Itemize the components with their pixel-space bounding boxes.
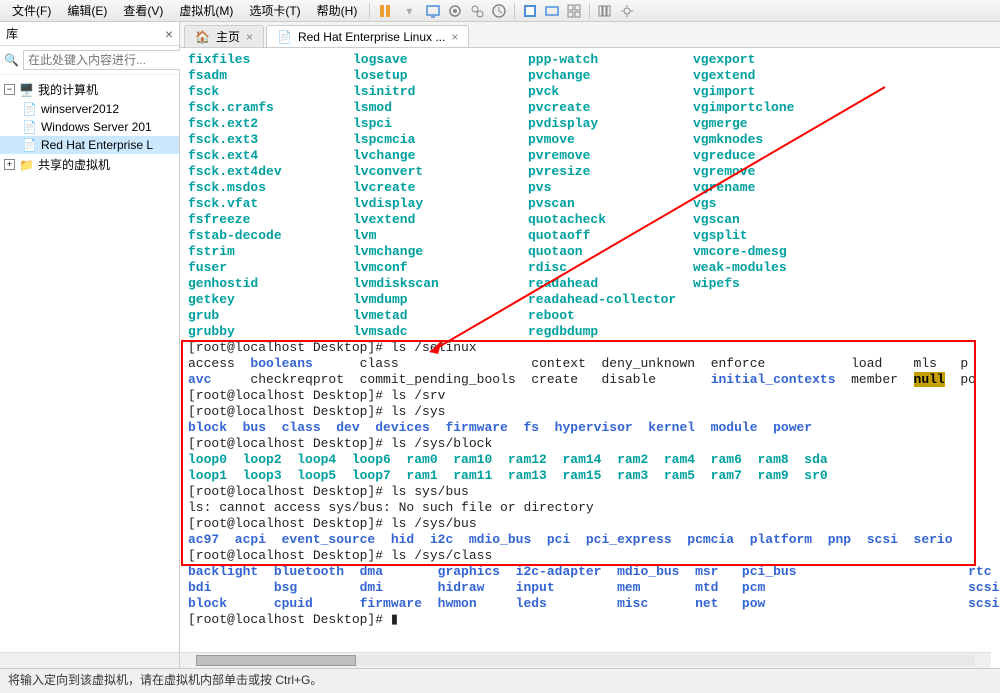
screen-icon[interactable] <box>424 2 442 20</box>
vm-icon: 📄 <box>22 102 37 116</box>
thumbnail-icon[interactable] <box>565 2 583 20</box>
menu-tabs[interactable]: 选项卡(T) <box>241 0 308 21</box>
unity-icon[interactable] <box>543 2 561 20</box>
menu-help[interactable]: 帮助(H) <box>309 0 366 21</box>
sidebar-hscroll[interactable] <box>0 652 179 668</box>
gear-icon[interactable] <box>618 2 636 20</box>
sidebar-close-icon[interactable]: × <box>165 26 173 42</box>
tree-label: Red Hat Enterprise L <box>41 138 153 152</box>
tree-my-computer[interactable]: − 🖥️ 我的计算机 <box>0 79 179 100</box>
vm-icon: 📄 <box>22 138 37 152</box>
computer-icon: 🖥️ <box>19 83 34 97</box>
search-icon: 🔍 <box>4 53 19 67</box>
tree-vm-winserver[interactable]: 📄 winserver2012 <box>0 100 179 118</box>
tab-redhat[interactable]: 📄 Red Hat Enterprise Linux ... × <box>266 25 469 47</box>
menu-separator <box>369 3 370 19</box>
content-area: 🏠 主页 × 📄 Red Hat Enterprise Linux ... × … <box>180 22 1000 668</box>
tab-home[interactable]: 🏠 主页 × <box>184 25 264 47</box>
menu-view[interactable]: 查看(V) <box>115 0 171 21</box>
menu-vm[interactable]: 虚拟机(M) <box>171 0 241 21</box>
content-hscroll[interactable] <box>180 652 991 668</box>
tab-label: 主页 <box>216 28 240 45</box>
tree-vm-redhat[interactable]: 📄 Red Hat Enterprise L <box>0 136 179 154</box>
tree-label: 共享的虚拟机 <box>38 156 110 173</box>
vm-tab-icon: 📄 <box>277 30 292 44</box>
clock-icon[interactable] <box>490 2 508 20</box>
fullscreen-icon[interactable] <box>521 2 539 20</box>
snapshot-icon[interactable] <box>446 2 464 20</box>
menu-edit[interactable]: 编辑(E) <box>59 0 115 21</box>
app-menubar: 文件(F) 编辑(E) 查看(V) 虚拟机(M) 选项卡(T) 帮助(H) ▾ <box>0 0 1000 22</box>
collapse-icon[interactable]: − <box>4 84 15 95</box>
terminal-output[interactable]: fixfileslogsaveppp-watchvgexportfsadmlos… <box>180 48 1000 652</box>
pause-icon[interactable] <box>376 2 394 20</box>
search-input[interactable] <box>23 50 188 70</box>
sidebar-title: 库 <box>6 25 18 42</box>
sidebar: 库 × 🔍 ▾ − 🖥️ 我的计算机 📄 winserver2012 📄 Win… <box>0 22 180 668</box>
tab-bar: 🏠 主页 × 📄 Red Hat Enterprise Linux ... × <box>180 22 1000 48</box>
menu-separator-3 <box>589 3 590 19</box>
library-icon[interactable] <box>596 2 614 20</box>
shared-icon: 📁 <box>19 158 34 172</box>
tree-vm-winserver2[interactable]: 📄 Windows Server 201 <box>0 118 179 136</box>
menu-file[interactable]: 文件(F) <box>4 0 59 21</box>
menu-separator-2 <box>514 3 515 19</box>
tree-label: 我的计算机 <box>38 81 98 98</box>
tree-label: winserver2012 <box>41 102 119 116</box>
tree-shared-vms[interactable]: + 📁 共享的虚拟机 <box>0 154 179 175</box>
snapshot-mgr-icon[interactable] <box>468 2 486 20</box>
status-text: 将输入定向到该虚拟机，请在虚拟机内部单击或按 Ctrl+G。 <box>8 671 322 688</box>
expand-icon[interactable]: + <box>4 159 15 170</box>
tree-label: Windows Server 201 <box>41 120 152 134</box>
vm-icon: 📄 <box>22 120 37 134</box>
status-bar: 将输入定向到该虚拟机，请在虚拟机内部单击或按 Ctrl+G。 <box>0 668 1000 690</box>
tab-close-icon[interactable]: × <box>451 30 458 44</box>
tab-label: Red Hat Enterprise Linux ... <box>298 30 445 44</box>
home-icon: 🏠 <box>195 30 210 44</box>
tab-close-icon[interactable]: × <box>246 30 253 44</box>
sidebar-tree: − 🖥️ 我的计算机 📄 winserver2012 📄 Windows Ser… <box>0 75 179 179</box>
sidebar-header: 库 × <box>0 22 179 46</box>
